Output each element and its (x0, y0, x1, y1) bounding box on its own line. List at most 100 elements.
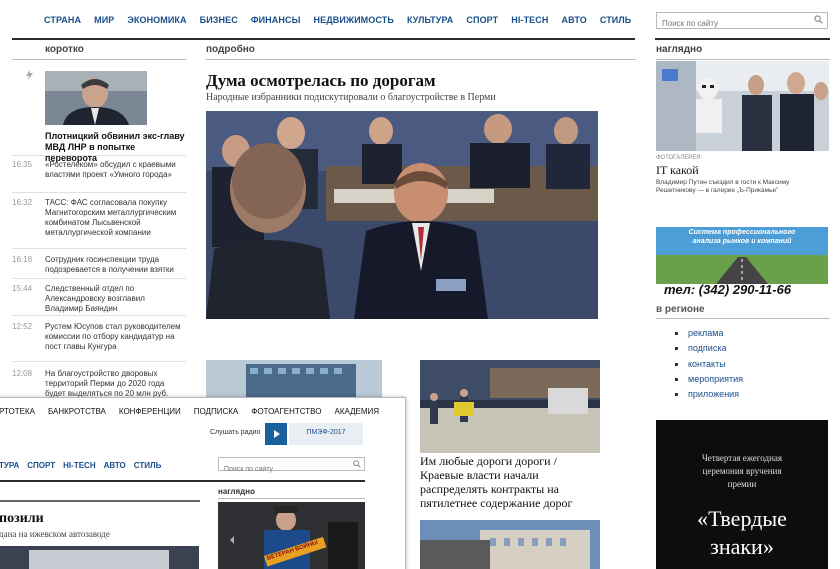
news-item[interactable]: 16:32 ТАСС: ФАС согласовала покупку Магн… (12, 198, 186, 249)
overlay-nav-item[interactable]: КОНФЕРЕНЦИИ (119, 407, 181, 416)
search-box (656, 12, 828, 31)
pmef-button[interactable]: ПМЭФ-2017 (289, 423, 363, 445)
region-item-events[interactable]: мероприятия (675, 372, 743, 387)
overlay-subheadline: дана на ижевском автозаводе (0, 529, 110, 539)
overlay-nav-item[interactable]: БАНКРОТСТВА (48, 407, 106, 416)
news-item[interactable]: 12:08 На благоустройство дворовых террит… (12, 369, 186, 399)
overlay-rule (0, 480, 365, 482)
overlay-nav-item[interactable]: РТОТЕКА (0, 407, 35, 416)
nav-item-realty[interactable]: НЕДВИЖИМОСТЬ (314, 15, 394, 25)
lead-news-divider (12, 155, 186, 156)
lightning-icon (26, 70, 33, 80)
section-short-line (12, 59, 186, 60)
region-item-ads[interactable]: реклама (675, 326, 743, 341)
gallery-text: Владимир Путин съездил в гости к Максиму… (656, 179, 790, 194)
ad-banner[interactable]: Система профессионального анализа рынков… (656, 227, 828, 284)
search-input[interactable] (657, 16, 807, 31)
header-rule (12, 38, 635, 40)
lead-news-photo[interactable] (45, 71, 147, 125)
news-item[interactable]: 16:18 Сотрудник госинспекции труда подоз… (12, 255, 186, 279)
ad-line-2: анализа рынков и компаний (692, 238, 792, 245)
overlay-main-nav: ТУРА СПОРТ HI-TECH АВТО СТИЛЬ (0, 461, 161, 470)
overlay-nav-item[interactable]: ФОТОАГЕНТСТВО (251, 407, 321, 416)
section-detail-line (206, 59, 636, 60)
gallery-photo[interactable] (656, 61, 829, 151)
news-time: 16:32 (12, 198, 33, 207)
award-title-1: «Твердые (697, 506, 787, 531)
news-time: 15:44 (12, 284, 33, 293)
news-item[interactable]: 16:35 «Ростелеком» обсудил с краевыми вл… (12, 160, 186, 193)
award-line-1: Четвертая ежегодная (701, 453, 783, 463)
nav-item-business[interactable]: БИЗНЕС (200, 15, 238, 25)
listen-radio-label: Слушать радио (210, 429, 261, 436)
main-nav: СТРАНА МИР ЭКОНОМИКА БИЗНЕС ФИНАНСЫ НЕДВ… (44, 15, 631, 25)
region-item-apps[interactable]: приложения (675, 387, 743, 402)
section-detail-label: подробно (206, 44, 255, 55)
play-radio-button[interactable] (265, 423, 287, 445)
ad-line-1: Система профессионального (688, 229, 796, 236)
nav-item-auto[interactable]: АВТО (561, 15, 586, 25)
news-time: 12:52 (12, 322, 33, 331)
region-menu: реклама подписка контакты мероприятия пр… (675, 326, 743, 402)
overlay-veteran-photo[interactable]: ВЕТЕРАН ВОЙНЫ (218, 502, 365, 569)
overlay-left-line (0, 500, 200, 502)
road-works-caption[interactable]: Им любые дороги дороги / Краевые власти … (420, 454, 600, 510)
main-headline[interactable]: Дума осмотрелась по дорогам (206, 71, 436, 91)
overlay-nav-item[interactable]: АКАДЕМИЯ (334, 407, 379, 416)
search-icon[interactable] (814, 15, 823, 24)
award-title-2: знаки» (710, 534, 774, 559)
award-banner[interactable]: Четвертая ежегодная церемония вручения п… (656, 420, 828, 569)
region-item-subscription[interactable]: подписка (675, 341, 743, 356)
overlay-left-photo[interactable] (0, 546, 199, 569)
region-item-contacts[interactable]: контакты (675, 357, 743, 372)
overlay-headline[interactable]: позили (0, 511, 44, 527)
overlay-window[interactable]: РТОТЕКА БАНКРОТСТВА КОНФЕРЕНЦИИ ПОДПИСКА… (0, 397, 406, 569)
news-link[interactable]: ТАСС: ФАС согласовала покупку Магнитогор… (45, 198, 185, 238)
overlay-nav-item[interactable]: СТИЛЬ (134, 461, 162, 470)
building-photo[interactable] (206, 360, 382, 398)
news-link[interactable]: Сотрудник госинспекции труда подозревает… (45, 255, 185, 275)
nav-item-world[interactable]: МИР (94, 15, 114, 25)
pmef-label: ПМЭФ-2017 (306, 429, 346, 436)
overlay-search-input[interactable] (219, 463, 344, 476)
section-short-label: коротко (45, 44, 84, 55)
news-link[interactable]: Следственный отдел по Александровску воз… (45, 284, 185, 314)
nav-item-economy[interactable]: ЭКОНОМИКА (127, 15, 186, 25)
gallery-title[interactable]: IT какой (656, 163, 699, 178)
overlay-nav-item[interactable]: АВТО (104, 461, 126, 470)
road-works-photo[interactable] (420, 360, 600, 453)
search-icon[interactable] (353, 460, 361, 468)
gallery-label: ФОТОГАЛЕРЕЯ: (656, 155, 703, 161)
nav-item-hitech[interactable]: HI-TECH (511, 15, 548, 25)
nav-item-culture[interactable]: КУЛЬТУРА (407, 15, 453, 25)
news-link[interactable]: Рустем Юсупов стал руководителем комисси… (45, 322, 185, 352)
award-line-3: премии (727, 479, 757, 489)
bottom-photo[interactable] (420, 520, 600, 569)
overlay-top-nav: РТОТЕКА БАНКРОТСТВА КОНФЕРЕНЦИИ ПОДПИСКА… (0, 407, 379, 416)
overlay-nav-item[interactable]: СПОРТ (27, 461, 55, 470)
nav-item-sport[interactable]: СПОРТ (466, 15, 498, 25)
overlay-visual-line (218, 498, 365, 499)
news-time: 16:35 (12, 160, 33, 169)
news-time: 16:18 (12, 255, 33, 264)
section-region-line (656, 318, 830, 319)
ad-phone[interactable]: тел: (342) 290-11-66 (664, 282, 791, 297)
news-link[interactable]: На благоустройство дворовых территорий П… (45, 369, 185, 399)
news-item[interactable]: 15:44 Следственный отдел по Александровс… (12, 284, 186, 316)
header-rule-right (655, 38, 830, 40)
overlay-visual-label: наглядно (218, 487, 255, 496)
nav-item-style[interactable]: СТИЛЬ (600, 15, 632, 25)
nav-item-country[interactable]: СТРАНА (44, 15, 81, 25)
overlay-nav-item[interactable]: ПОДПИСКА (194, 407, 239, 416)
overlay-nav-item[interactable]: ТУРА (0, 461, 19, 470)
main-photo[interactable] (206, 111, 598, 319)
news-time: 12:08 (12, 369, 33, 378)
overlay-nav-item[interactable]: HI-TECH (63, 461, 95, 470)
play-icon (274, 430, 280, 438)
main-subheadline: Народные избранники подискутировали о бл… (206, 92, 496, 103)
award-line-2: церемония вручения (702, 466, 782, 476)
overlay-search-box (218, 457, 365, 476)
news-item[interactable]: 12:52 Рустем Юсупов стал руководителем к… (12, 322, 186, 362)
nav-item-finance[interactable]: ФИНАНСЫ (251, 15, 301, 25)
news-link[interactable]: «Ростелеком» обсудил с краевыми властями… (45, 160, 185, 180)
